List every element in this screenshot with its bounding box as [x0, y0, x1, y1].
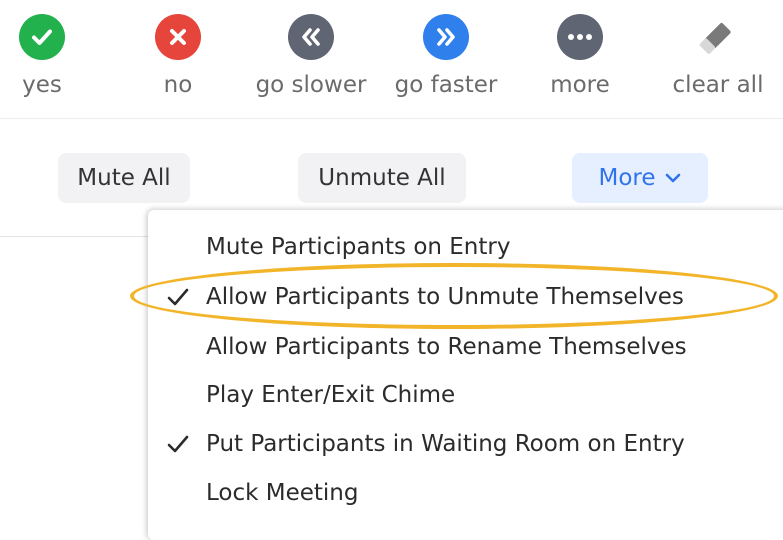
menu-item-allow-unmute[interactable]: Allow Participants to Unmute Themselves [148, 273, 783, 321]
more-dropdown-menu: Mute Participants on Entry Allow Partici… [148, 210, 783, 540]
chevron-down-icon [664, 172, 682, 184]
reaction-go-faster[interactable]: go faster [391, 14, 501, 98]
ellipsis-icon [557, 14, 603, 60]
more-button-label: More [598, 165, 656, 191]
close-icon [155, 14, 201, 60]
fast-forward-icon [423, 14, 469, 60]
reaction-yes[interactable]: yes [0, 14, 97, 98]
menu-item-enter-exit-chime[interactable]: Play Enter/Exit Chime [148, 371, 783, 419]
menu-item-label: Allow Participants to Rename Themselves [206, 334, 687, 360]
rewind-icon [288, 14, 334, 60]
panel-divider [0, 236, 148, 237]
menu-item-label: Play Enter/Exit Chime [206, 382, 456, 408]
reaction-label: go faster [394, 72, 498, 98]
menu-item-label: Put Participants in Waiting Room on Entr… [206, 431, 685, 457]
reaction-label: clear all [672, 72, 764, 98]
reaction-more[interactable]: more [525, 14, 635, 98]
more-button[interactable]: More [572, 153, 708, 203]
mute-all-button[interactable]: Mute All [58, 153, 190, 203]
menu-item-label: Mute Participants on Entry [206, 234, 511, 260]
reaction-no[interactable]: no [123, 14, 233, 98]
eraser-icon [695, 14, 741, 60]
checkmark-icon [164, 430, 192, 458]
menu-item-label: Lock Meeting [206, 480, 359, 506]
menu-item-lock-meeting[interactable]: Lock Meeting [148, 469, 783, 517]
menu-item-label: Allow Participants to Unmute Themselves [206, 284, 684, 310]
reaction-label: go slower [255, 72, 367, 98]
reactions-divider [0, 118, 783, 119]
reaction-label: no [163, 72, 193, 98]
unmute-all-button[interactable]: Unmute All [298, 153, 466, 203]
menu-item-waiting-room[interactable]: Put Participants in Waiting Room on Entr… [148, 420, 783, 468]
checkmark-icon [164, 283, 192, 311]
reaction-clear-all[interactable]: clear all [663, 14, 773, 98]
menu-item-mute-on-entry[interactable]: Mute Participants on Entry [148, 223, 783, 271]
check-icon [19, 14, 65, 60]
menu-item-allow-rename[interactable]: Allow Participants to Rename Themselves [148, 323, 783, 371]
reaction-label: more [550, 72, 610, 98]
reaction-label: yes [22, 72, 62, 98]
reaction-go-slower[interactable]: go slower [256, 14, 366, 98]
